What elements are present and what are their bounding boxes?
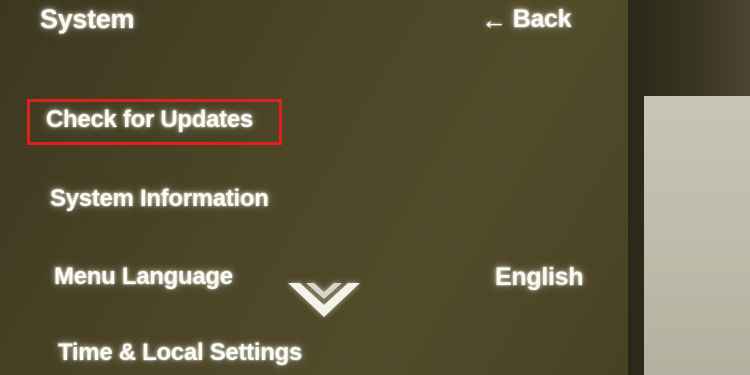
menu-item-menu-language[interactable]: Menu Language xyxy=(54,263,233,291)
menu-language-value: English xyxy=(495,263,584,291)
menu-item-time-local-settings[interactable]: Time & Local Settings xyxy=(58,339,302,367)
back-button-label: Back xyxy=(512,5,572,33)
background-panel xyxy=(644,96,750,375)
tv-settings-screen: System ← Back Check for Updates System I… xyxy=(0,0,750,375)
menu-item-system-information[interactable]: System Information xyxy=(50,185,269,213)
chevron-down-icon[interactable] xyxy=(286,280,362,320)
back-arrow-icon: ← xyxy=(481,4,507,35)
back-button[interactable]: ← Back xyxy=(481,4,572,35)
page-title: System xyxy=(40,4,135,34)
menu-item-check-for-updates[interactable]: Check for Updates xyxy=(46,106,253,134)
